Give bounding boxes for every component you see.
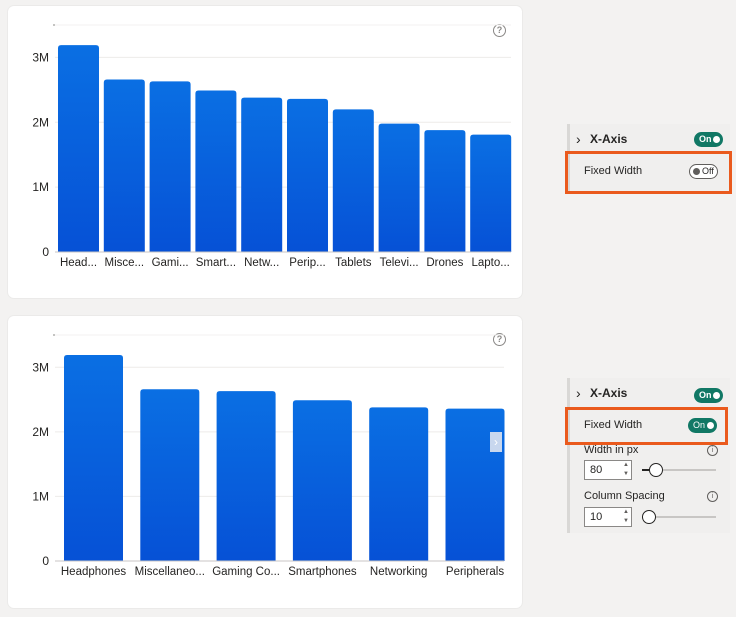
y-tick-label: 3M xyxy=(32,360,49,374)
bar-chart-top: 0 1M 2M 3M Head... Misce... Gami... Smart... Net… xyxy=(32,24,512,269)
x-tick-label: Drones xyxy=(426,257,463,269)
toggle-knob xyxy=(713,392,720,399)
bar xyxy=(287,98,328,253)
bar xyxy=(292,400,352,561)
section-title: X-Axis xyxy=(590,132,628,146)
y-tick-label: 2M xyxy=(32,425,49,439)
toggle-knob xyxy=(713,136,720,143)
bar xyxy=(241,97,283,252)
bar xyxy=(58,45,99,252)
x-tick-label: Netw... xyxy=(244,257,279,269)
bar xyxy=(149,81,191,252)
spin-arrows-icon[interactable]: ▲ ▼ xyxy=(623,508,629,526)
y-tick-label: 0 xyxy=(42,554,49,568)
bar xyxy=(470,134,512,252)
x-tick-label: Misce... xyxy=(104,257,144,269)
x-tick-label: Peripherals xyxy=(446,566,504,578)
y-tick-label: 3M xyxy=(32,50,49,64)
chart-card-top: ? 0 1M 2M 3M Head... Misce... Gami... Smart... N… xyxy=(8,6,522,298)
x-tick-label: Gami... xyxy=(152,257,189,269)
x-tick-label: Gaming Co... xyxy=(212,566,280,578)
column-spacing-label: Column Spacing xyxy=(584,490,665,502)
x-axis-section-header[interactable]: › X-Axis On xyxy=(570,124,730,154)
width-in-px-label: Width in px xyxy=(584,444,639,456)
x-tick-label: Head... xyxy=(60,257,97,269)
bar xyxy=(64,355,123,561)
spin-arrows-icon[interactable]: ▲ ▼ xyxy=(623,461,629,479)
fixed-width-highlight xyxy=(565,407,728,445)
x-tick-label: Tablets xyxy=(335,257,372,269)
y-tick-label: 1M xyxy=(32,489,49,503)
bar xyxy=(195,90,237,253)
x-tick-label: Miscellaneo... xyxy=(135,566,205,578)
width-value: 80 xyxy=(590,464,603,476)
column-spacing-slider[interactable] xyxy=(642,509,716,525)
x-tick-label: Smartphones xyxy=(288,566,357,578)
bar xyxy=(369,407,429,561)
bar xyxy=(378,123,420,252)
toggle-label: On xyxy=(699,134,712,144)
section-title: X-Axis xyxy=(590,386,628,400)
bar xyxy=(332,109,374,252)
x-axis-toggle[interactable]: On xyxy=(694,388,723,403)
x-tick-label: Networking xyxy=(370,566,428,578)
spacing-value: 10 xyxy=(590,511,603,523)
bar xyxy=(140,389,200,561)
slider-thumb[interactable] xyxy=(648,463,663,477)
x-tick-label: Headphones xyxy=(61,566,126,578)
x-axis-toggle[interactable]: On xyxy=(694,132,723,147)
bar xyxy=(424,130,466,252)
info-icon[interactable]: i xyxy=(707,491,718,502)
x-tick-label: Perip... xyxy=(289,257,325,269)
chart-card-bottom: ? 0 1M 2M 3M Headphones Miscellaneo... Gaming … xyxy=(8,316,522,608)
y-tick-label: 0 xyxy=(42,245,49,259)
x-tick-label: Televi... xyxy=(380,257,419,269)
info-icon[interactable]: i xyxy=(707,445,718,456)
y-tick-label: 2M xyxy=(32,115,49,129)
bar-chart-bottom: 0 1M 2M 3M Headphones Miscellaneo... Gaming Co… xyxy=(32,334,505,578)
x-axis-section-header[interactable]: › X-Axis On xyxy=(570,378,730,408)
width-slider[interactable] xyxy=(642,462,716,478)
chevron-right-icon: › xyxy=(576,385,581,401)
toggle-label: On xyxy=(699,390,712,400)
x-tick-label: Smart... xyxy=(196,257,236,269)
column-spacing-input[interactable]: 10 ▲ ▼ xyxy=(584,507,632,527)
bar xyxy=(103,79,145,252)
format-panel-bottom: › X-Axis On Fixed Width On Width in px i… xyxy=(567,378,730,533)
slider-thumb[interactable] xyxy=(642,510,656,524)
bar xyxy=(216,391,276,561)
width-in-px-input[interactable]: 80 ▲ ▼ xyxy=(584,460,632,480)
fixed-width-highlight xyxy=(565,151,732,194)
y-tick-label: 1M xyxy=(32,180,49,194)
chevron-right-icon: › xyxy=(576,131,581,147)
scroll-right-arrow-icon[interactable]: › xyxy=(490,432,502,452)
x-tick-label: Lapto... xyxy=(472,257,510,269)
